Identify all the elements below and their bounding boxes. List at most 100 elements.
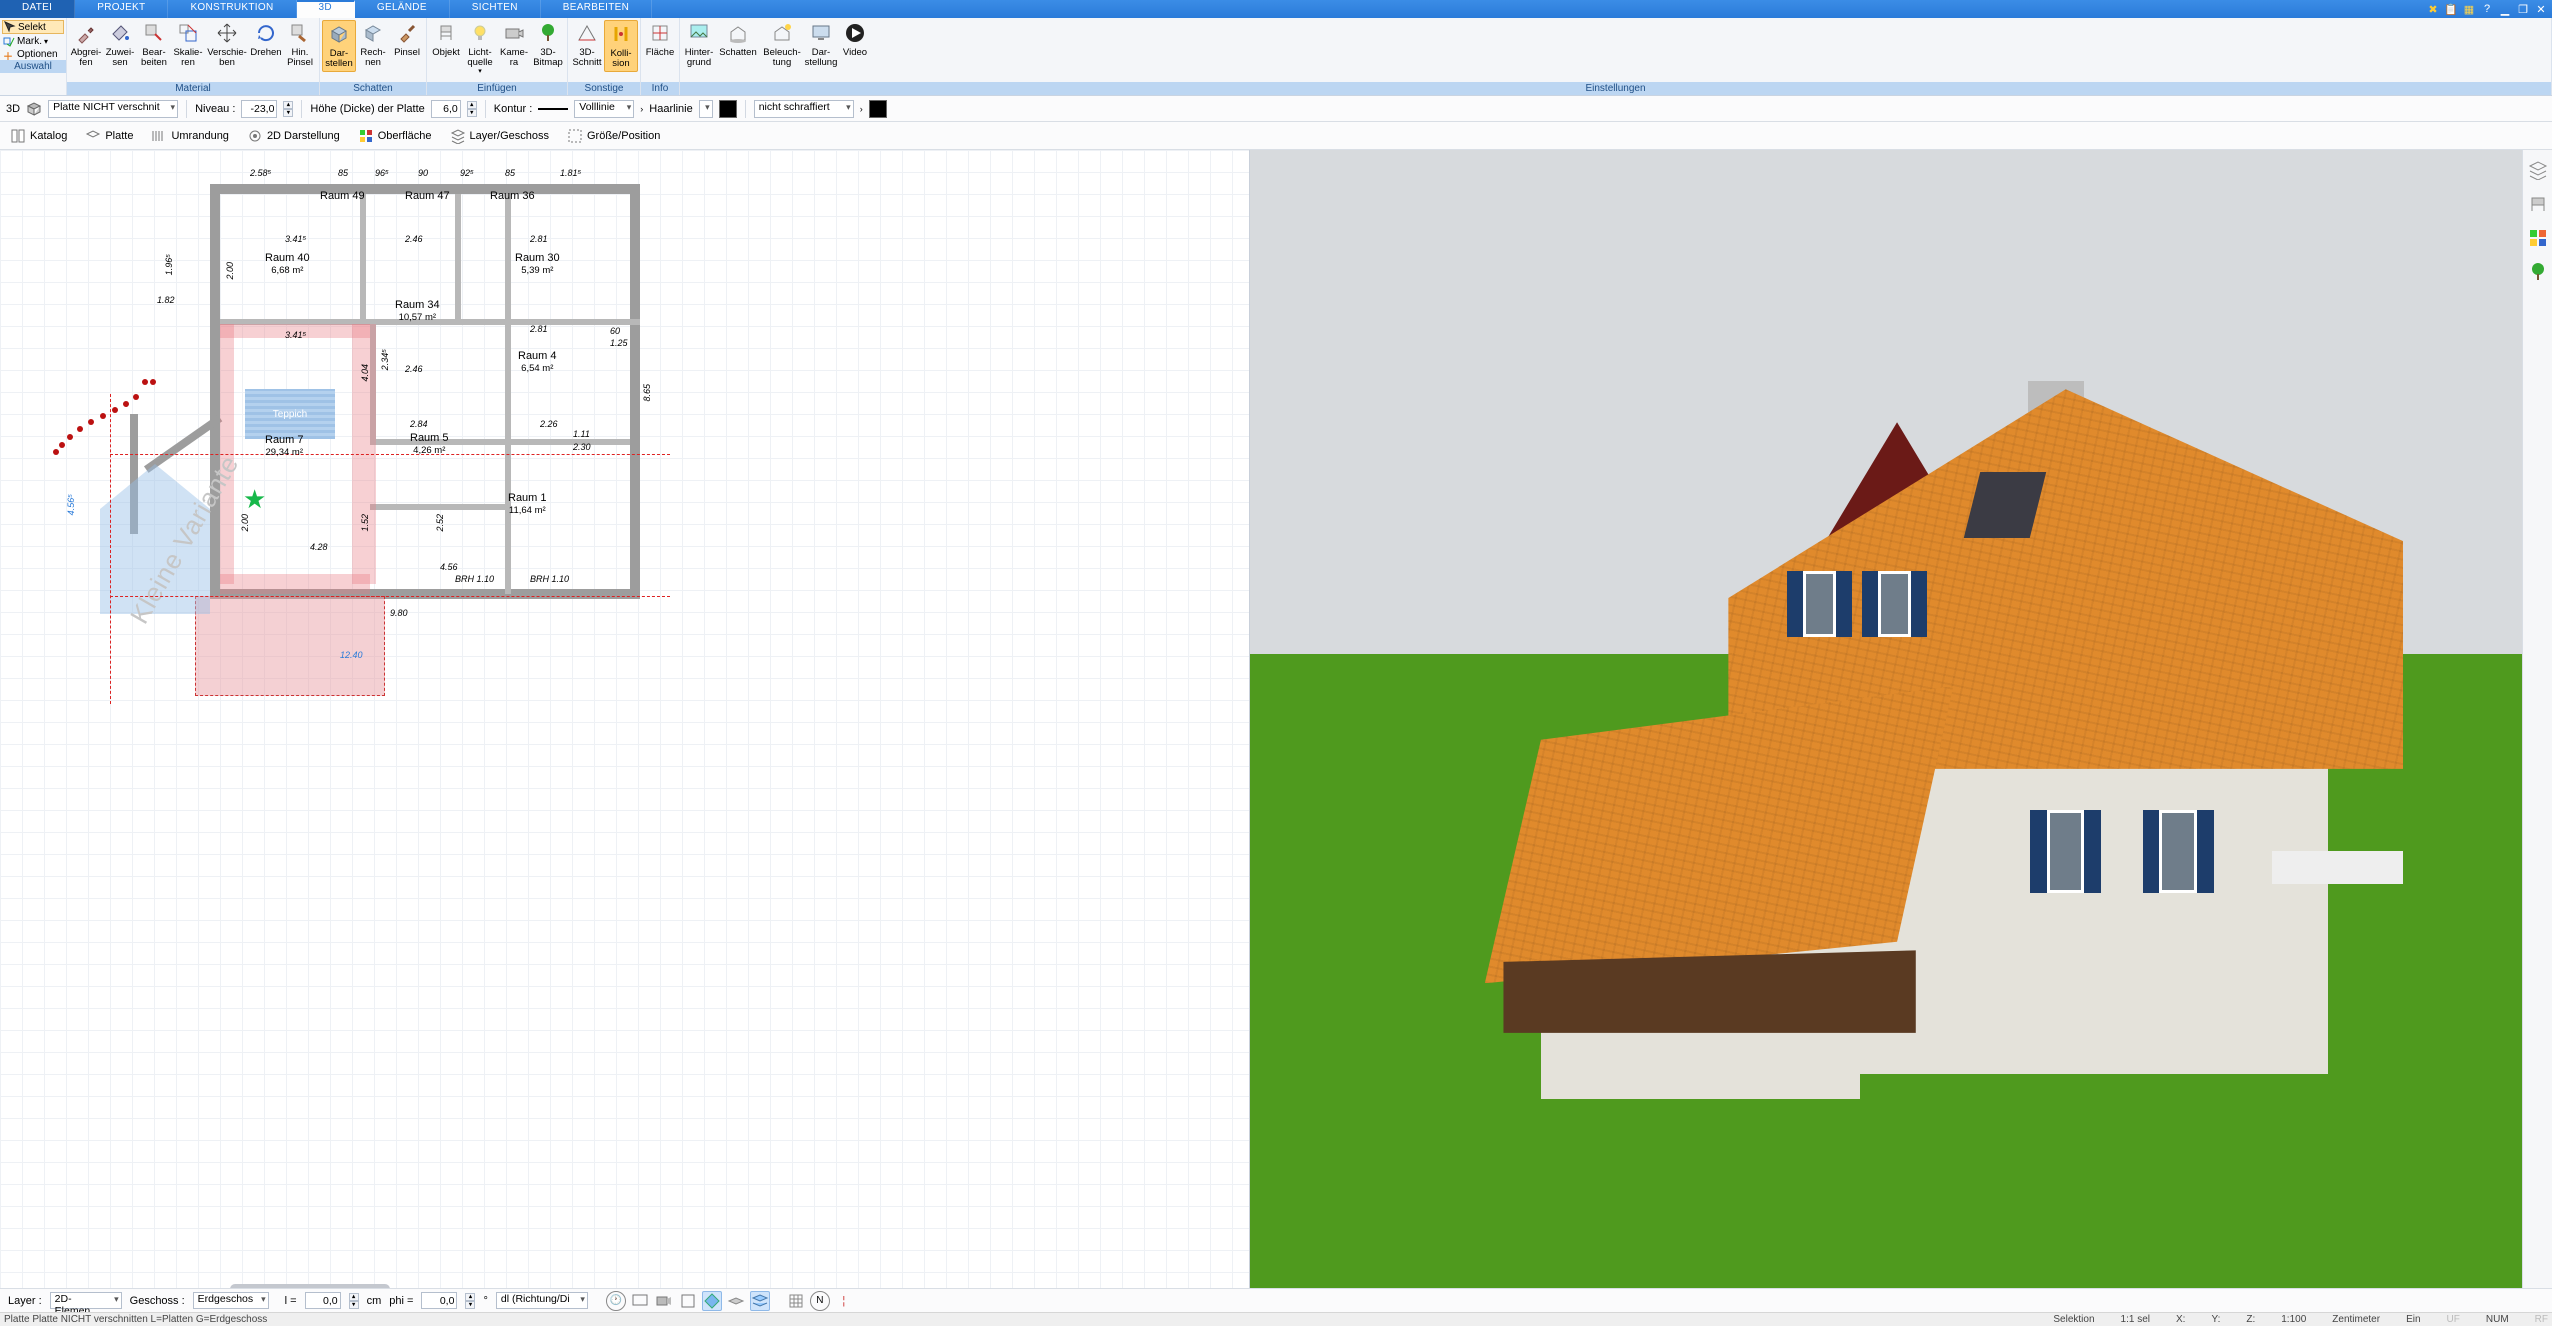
selekt-button[interactable]: Selekt xyxy=(2,20,64,34)
color-swatch-2[interactable] xyxy=(869,100,887,118)
menu-tab-datei[interactable]: DATEI xyxy=(0,0,75,18)
dim: 4.56⁵ xyxy=(66,494,76,515)
help-icon[interactable]: ? xyxy=(2480,2,2494,16)
menu-tab-3d[interactable]: 3D xyxy=(297,0,355,18)
menu-tab-sichten[interactable]: SICHTEN xyxy=(450,0,541,18)
cube-calc-icon xyxy=(362,22,384,44)
schraff-dropdown[interactable]: nicht schraffiert xyxy=(754,100,854,118)
dim: 2.00 xyxy=(225,262,235,280)
btn-verschieben[interactable]: Verschie- ben xyxy=(205,20,249,70)
camera-record-icon[interactable] xyxy=(654,1291,674,1311)
btn-kamera[interactable]: Kame- ra xyxy=(497,20,531,70)
menu-tab-projekt[interactable]: PROJEKT xyxy=(75,0,168,18)
move-icon xyxy=(216,22,238,44)
btn-oberflaeche[interactable]: Oberfläche xyxy=(354,126,436,146)
menu-tab-bearbeiten[interactable]: BEARBEITEN xyxy=(541,0,652,18)
grid-toggle-icon[interactable] xyxy=(786,1291,806,1311)
dim: 3.41⁵ xyxy=(285,234,306,244)
btn-layer[interactable]: Layer/Geschoss xyxy=(446,126,553,146)
close-icon[interactable]: ✕ xyxy=(2534,2,2548,16)
room-40: Raum 406,68 m² xyxy=(265,252,310,277)
btn-skalieren[interactable]: Skalie- ren xyxy=(171,20,205,70)
btn-flaeche[interactable]: Fläche xyxy=(643,20,677,60)
view-2d[interactable]: Kleine Variante Teppich ★ Raum 49 Raum 4… xyxy=(0,150,1250,1296)
lbl: Katalog xyxy=(30,130,67,142)
haarlinie-dropdown[interactable] xyxy=(699,100,713,118)
platte-dropdown[interactable]: Platte NICHT verschnit xyxy=(48,100,178,118)
group-label-material: Material xyxy=(67,82,319,95)
btn-hintergrund[interactable]: Hinter- grund xyxy=(682,20,716,70)
layers-stack-icon[interactable] xyxy=(750,1291,770,1311)
btn-pinsel[interactable]: Pinsel xyxy=(390,20,424,60)
layers-flat-icon[interactable] xyxy=(726,1291,746,1311)
minimize-icon[interactable]: ▁ xyxy=(2498,2,2512,16)
menu-tab-konstruktion[interactable]: KONSTRUKTION xyxy=(168,0,296,18)
screen-icon[interactable] xyxy=(630,1291,650,1311)
optionen-button[interactable]: ＋ Optionen xyxy=(2,48,64,60)
clipboard-icon[interactable]: 📋 xyxy=(2444,2,2458,16)
btn-drehen[interactable]: Drehen xyxy=(249,20,283,60)
phi-spinner[interactable]: ▴▾ xyxy=(465,1293,475,1309)
menu-tab-gelaende[interactable]: GELÄNDE xyxy=(355,0,450,18)
btn-bearbeiten[interactable]: Bear- beiten xyxy=(137,20,171,70)
lbl: Zuwei- sen xyxy=(106,48,135,68)
btn-abgreifen[interactable]: Abgrei- fen xyxy=(69,20,103,70)
btn-kollision[interactable]: Kolli- sion xyxy=(604,20,638,72)
l-input[interactable] xyxy=(305,1292,341,1309)
geschoss-dropdown[interactable]: Erdgeschos xyxy=(193,1292,269,1309)
layer-dropdown[interactable]: 2D-Elemen xyxy=(50,1292,122,1309)
btn-objekt[interactable]: Objekt xyxy=(429,20,463,60)
btn-video[interactable]: Video xyxy=(838,20,872,60)
diamond-icon[interactable] xyxy=(702,1291,722,1311)
status-scale: 1:100 xyxy=(2281,1314,2306,1325)
btn-zuweisen[interactable]: Zuwei- sen xyxy=(103,20,137,70)
status-selektion: Selektion xyxy=(2053,1314,2094,1325)
furniture-panel-icon[interactable] xyxy=(2528,194,2548,214)
ribbon-group-material: Abgrei- fen Zuwei- sen Bear- beiten Skal… xyxy=(67,18,320,95)
line-style-dropdown[interactable]: Volllinie xyxy=(574,100,634,118)
restore-icon[interactable]: ❐ xyxy=(2516,2,2530,16)
btn-platte[interactable]: Platte xyxy=(81,126,137,146)
compass-icon[interactable]: N xyxy=(810,1291,830,1311)
btn-umrandung[interactable]: Umrandung xyxy=(147,126,232,146)
options-bar: 3D Platte NICHT verschnit Niveau : ▴▾ Hö… xyxy=(0,96,2552,122)
tree-panel-icon[interactable] xyxy=(2528,262,2548,282)
info-dot-icon[interactable]: ¦ xyxy=(834,1291,854,1311)
l-spinner[interactable]: ▴▾ xyxy=(349,1293,359,1309)
dim: 2.58⁵ xyxy=(250,168,271,178)
status-text: Platte Platte NICHT verschnitten L=Platt… xyxy=(4,1314,267,1325)
niveau-spinner[interactable]: ▴▾ xyxy=(283,101,293,117)
ribbon-group-schatten: Dar- stellen Rech- nen Pinsel Schatten xyxy=(320,18,427,95)
colors-panel-icon[interactable] xyxy=(2528,228,2548,248)
btn-beleuchtung[interactable]: Beleuch- tung xyxy=(760,20,804,70)
hoehe-input[interactable] xyxy=(431,100,461,118)
btn-3dbitmap[interactable]: 3D- Bitmap xyxy=(531,20,565,70)
btn-rechnen[interactable]: Rech- nen xyxy=(356,20,390,70)
btn-2d-darst[interactable]: 2D Darstellung xyxy=(243,126,344,146)
gift-icon[interactable]: ▦ xyxy=(2462,2,2476,16)
btn-lichtquelle[interactable]: Licht- quelle▾ xyxy=(463,20,497,77)
btn-hinpinsel[interactable]: Hin. Pinsel xyxy=(283,20,317,70)
cube-icon[interactable] xyxy=(26,101,42,117)
view-3d[interactable] xyxy=(1250,150,2552,1296)
mark-button[interactable]: Mark.▾ xyxy=(2,35,64,47)
shutter xyxy=(1911,571,1927,637)
color-swatch-1[interactable] xyxy=(719,100,737,118)
btn-darstellen[interactable]: Dar- stellen xyxy=(322,20,356,72)
clock-icon[interactable]: 🕐 xyxy=(606,1291,626,1311)
layers-panel-icon[interactable] xyxy=(2528,160,2548,180)
btn-3dschnitt[interactable]: 3D- Schnitt xyxy=(570,20,604,70)
lbl: 3D- Schnitt xyxy=(572,48,601,68)
btn-katalog[interactable]: Katalog xyxy=(6,126,71,146)
niveau-input[interactable] xyxy=(241,100,277,118)
hoehe-spinner[interactable]: ▴▾ xyxy=(467,101,477,117)
btn-darstellung-einst[interactable]: Dar- stellung xyxy=(804,20,838,70)
window xyxy=(2047,810,2084,893)
mode-dropdown[interactable]: dl (Richtung/Di xyxy=(496,1292,588,1309)
tool-icon[interactable]: ✖ xyxy=(2426,2,2440,16)
btn-groesse[interactable]: Größe/Position xyxy=(563,126,664,146)
plate-icon xyxy=(85,128,101,144)
phi-input[interactable] xyxy=(421,1292,457,1309)
btn-schatten-einst[interactable]: Schatten xyxy=(716,20,760,60)
box-icon[interactable] xyxy=(678,1291,698,1311)
